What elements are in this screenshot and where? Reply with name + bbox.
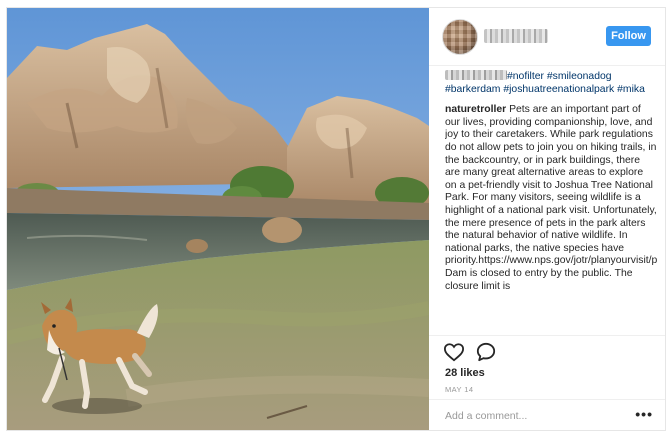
username-blurred[interactable] — [484, 29, 548, 43]
hashtag-line: #nofilter #smileonadog #barkerdam #joshu… — [445, 70, 657, 96]
post-header: Follow — [429, 8, 665, 66]
caption-text: naturetroller Pets are an important part… — [445, 104, 657, 293]
post-sidebar: Follow #nofilter #smileonadog #barkerdam… — [429, 8, 665, 430]
likes-count[interactable]: 28 likes — [445, 367, 485, 379]
desert-dog-photo — [7, 8, 429, 430]
post-card: Follow #nofilter #smileonadog #barkerdam… — [6, 7, 666, 431]
blurred-username[interactable] — [445, 70, 507, 80]
more-options-icon[interactable]: ••• — [635, 406, 653, 422]
caption-body: Pets are an important part of our lives,… — [445, 104, 657, 292]
post-date[interactable]: MAY 14 — [445, 385, 473, 394]
avatar[interactable] — [442, 19, 478, 55]
caption-author[interactable]: naturetroller — [445, 104, 506, 115]
heart-icon[interactable] — [443, 342, 465, 367]
caption-area: #nofilter #smileonadog #barkerdam #joshu… — [445, 70, 657, 335]
action-section: 28 likes MAY 14 ••• — [429, 335, 665, 430]
speech-bubble-icon[interactable] — [476, 342, 496, 367]
comment-input[interactable] — [445, 407, 625, 425]
follow-button[interactable]: Follow — [606, 26, 651, 46]
comment-bar: ••• — [429, 399, 665, 430]
post-photo[interactable] — [7, 8, 429, 430]
